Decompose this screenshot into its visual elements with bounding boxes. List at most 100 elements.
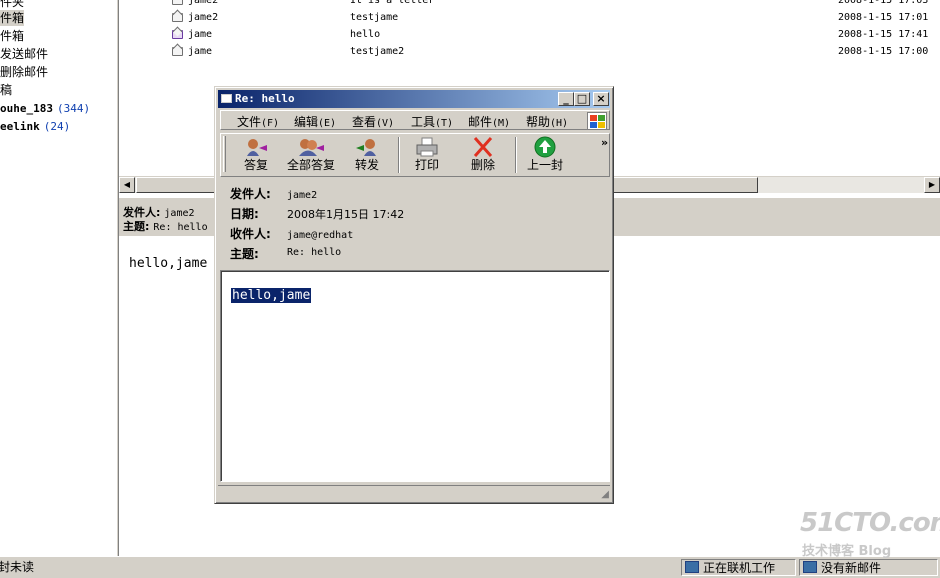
mailbox-icon (803, 561, 817, 573)
reply-button[interactable]: 答复 (235, 136, 277, 174)
print-icon (409, 136, 445, 158)
subject-label: 主题: (230, 247, 259, 261)
scroll-left-button[interactable]: ◀ (119, 177, 135, 193)
menu-view[interactable]: 查看(V) (352, 113, 394, 130)
envelope-replied-icon (172, 30, 183, 39)
reply-all-icon (283, 136, 339, 158)
toolbar: 答复 全部答复 转发 打印 删除 上一封 » (220, 133, 610, 177)
selected-body-text[interactable]: hello,jame (231, 288, 312, 303)
windows-logo-icon (587, 112, 607, 130)
menu-bar: 文件(F) 编辑(E) 查看(V) 工具(T) 邮件(M) 帮助(H) (220, 110, 610, 130)
folder-label: ouhe_183 (0, 102, 53, 115)
message-row-selected[interactable]: jame hello 2008-1-15 17:41 (119, 26, 940, 43)
window-titlebar[interactable]: Re: hello _ □ × (218, 90, 610, 108)
computer-icon (685, 561, 699, 573)
envelope-open-icon (172, 47, 183, 56)
forward-button[interactable]: 转发 (347, 136, 387, 174)
message-row[interactable]: jame2 testjame 2008-1-15 17:01 (119, 9, 940, 26)
message-subject: It is a letter (350, 0, 435, 6)
toolbar-grip[interactable] (223, 136, 226, 172)
preview-body-text: hello,jame (129, 256, 208, 271)
from-label: 发件人: (230, 187, 271, 201)
folder-item[interactable]: 稿 (0, 82, 12, 98)
message-from: jame (188, 29, 213, 40)
folder-item[interactable]: 件夹 (0, 0, 24, 10)
message-date: 2008-1-15 17:03 (838, 0, 929, 6)
folder-item-account[interactable]: ouhe_183 (344) (0, 101, 90, 117)
message-from: jame (188, 46, 213, 57)
watermark-logo: 51CTO.com (800, 508, 940, 538)
message-subject: testjame (350, 12, 399, 23)
message-from: jame2 (188, 12, 219, 23)
folder-label: 删除邮件 (0, 65, 49, 79)
menu-message[interactable]: 邮件(M) (468, 113, 510, 130)
message-date: 2008-1-15 17:41 (838, 29, 929, 40)
watermark-tagline: 技术博客 Blog (802, 544, 892, 559)
previous-icon (524, 136, 566, 158)
status-online: 正在联机工作 (681, 559, 796, 576)
reply-label: 答复 (243, 158, 268, 172)
to-label: 收件人: (230, 227, 271, 241)
unread-count: (344) (56, 102, 91, 115)
subject-value: Re: hello (287, 247, 342, 258)
scroll-right-button[interactable]: ▶ (924, 177, 940, 193)
minimize-button[interactable]: _ (558, 92, 574, 106)
folder-item-account[interactable]: eelink (24) (0, 119, 70, 135)
status-unread: 封未读 (0, 560, 35, 574)
message-window: Re: hello _ □ × 文件(F) 编辑(E) 查看(V) 工具(T) … (214, 86, 614, 504)
menu-tools[interactable]: 工具(T) (411, 113, 453, 130)
reply-all-button[interactable]: 全部答复 (283, 136, 339, 174)
reply-icon (235, 136, 277, 158)
window-title: Re: hello (235, 92, 295, 105)
preview-subject-line: 主题: Re: hello (123, 218, 208, 234)
watermark: 51CTO.com 技术博客 Blog (800, 508, 940, 559)
folder-item[interactable]: 件箱 (0, 28, 24, 44)
folder-label: 发送邮件 (0, 47, 49, 61)
menu-help[interactable]: 帮助(H) (526, 113, 568, 130)
message-row[interactable]: jame2 It is a letter 2008-1-15 17:03 (119, 0, 940, 9)
message-body[interactable]: hello,jame (220, 270, 610, 482)
delete-label: 删除 (470, 158, 495, 172)
window-status-bar: ◢ (218, 485, 610, 500)
previous-button[interactable]: 上一封 (524, 136, 566, 174)
envelope-open-icon (172, 0, 183, 5)
toolbar-overflow-chevron-icon[interactable]: » (601, 136, 608, 149)
folder-item[interactable]: 删除邮件 (0, 64, 48, 80)
folder-label: 件夹 (0, 0, 25, 9)
delete-icon (465, 136, 501, 158)
menu-file[interactable]: 文件(F) (237, 113, 279, 130)
toolbar-separator (515, 137, 517, 173)
from-value: jame2 (287, 190, 318, 201)
print-button[interactable]: 打印 (409, 136, 445, 174)
message-icon (221, 94, 232, 103)
status-new-mail: 没有新邮件 (799, 559, 938, 576)
folder-label: 件箱 (0, 11, 25, 25)
delete-button[interactable]: 删除 (465, 136, 501, 174)
folder-pane: 件夹 件箱 件箱 发送邮件 删除邮件 稿 ouhe_183 (344) eelin… (0, 0, 116, 556)
date-value: 2008年1月15日 17:42 (287, 208, 405, 221)
message-row[interactable]: jame testjame2 2008-1-15 17:00 (119, 43, 940, 60)
folder-item[interactable]: 发送邮件 (0, 46, 48, 62)
toolbar-separator (398, 137, 400, 173)
date-label: 日期: (230, 207, 259, 221)
resize-grip-icon[interactable]: ◢ (601, 489, 609, 500)
reply-all-label: 全部答复 (286, 158, 335, 172)
message-from: jame2 (188, 0, 219, 6)
forward-icon (347, 136, 387, 158)
status-bar: 封未读 正在联机工作 没有新邮件 (0, 556, 940, 578)
to-value: jame@redhat (287, 230, 354, 241)
preview-subject-value: Re: hello (153, 222, 208, 233)
print-label: 打印 (414, 158, 439, 172)
close-button[interactable]: × (593, 92, 609, 106)
preview-subject-label: 主题: (123, 220, 150, 233)
menu-edit[interactable]: 编辑(E) (294, 113, 336, 130)
message-date: 2008-1-15 17:00 (838, 46, 929, 57)
maximize-button[interactable]: □ (574, 92, 590, 106)
folder-label: eelink (0, 120, 40, 133)
folder-label: 件箱 (0, 29, 25, 43)
folder-item-selected[interactable]: 件箱 (0, 10, 25, 26)
message-date: 2008-1-15 17:01 (838, 12, 929, 23)
folder-label: 稿 (0, 83, 13, 97)
unread-count: (24) (43, 120, 71, 133)
previous-label: 上一封 (526, 158, 563, 172)
